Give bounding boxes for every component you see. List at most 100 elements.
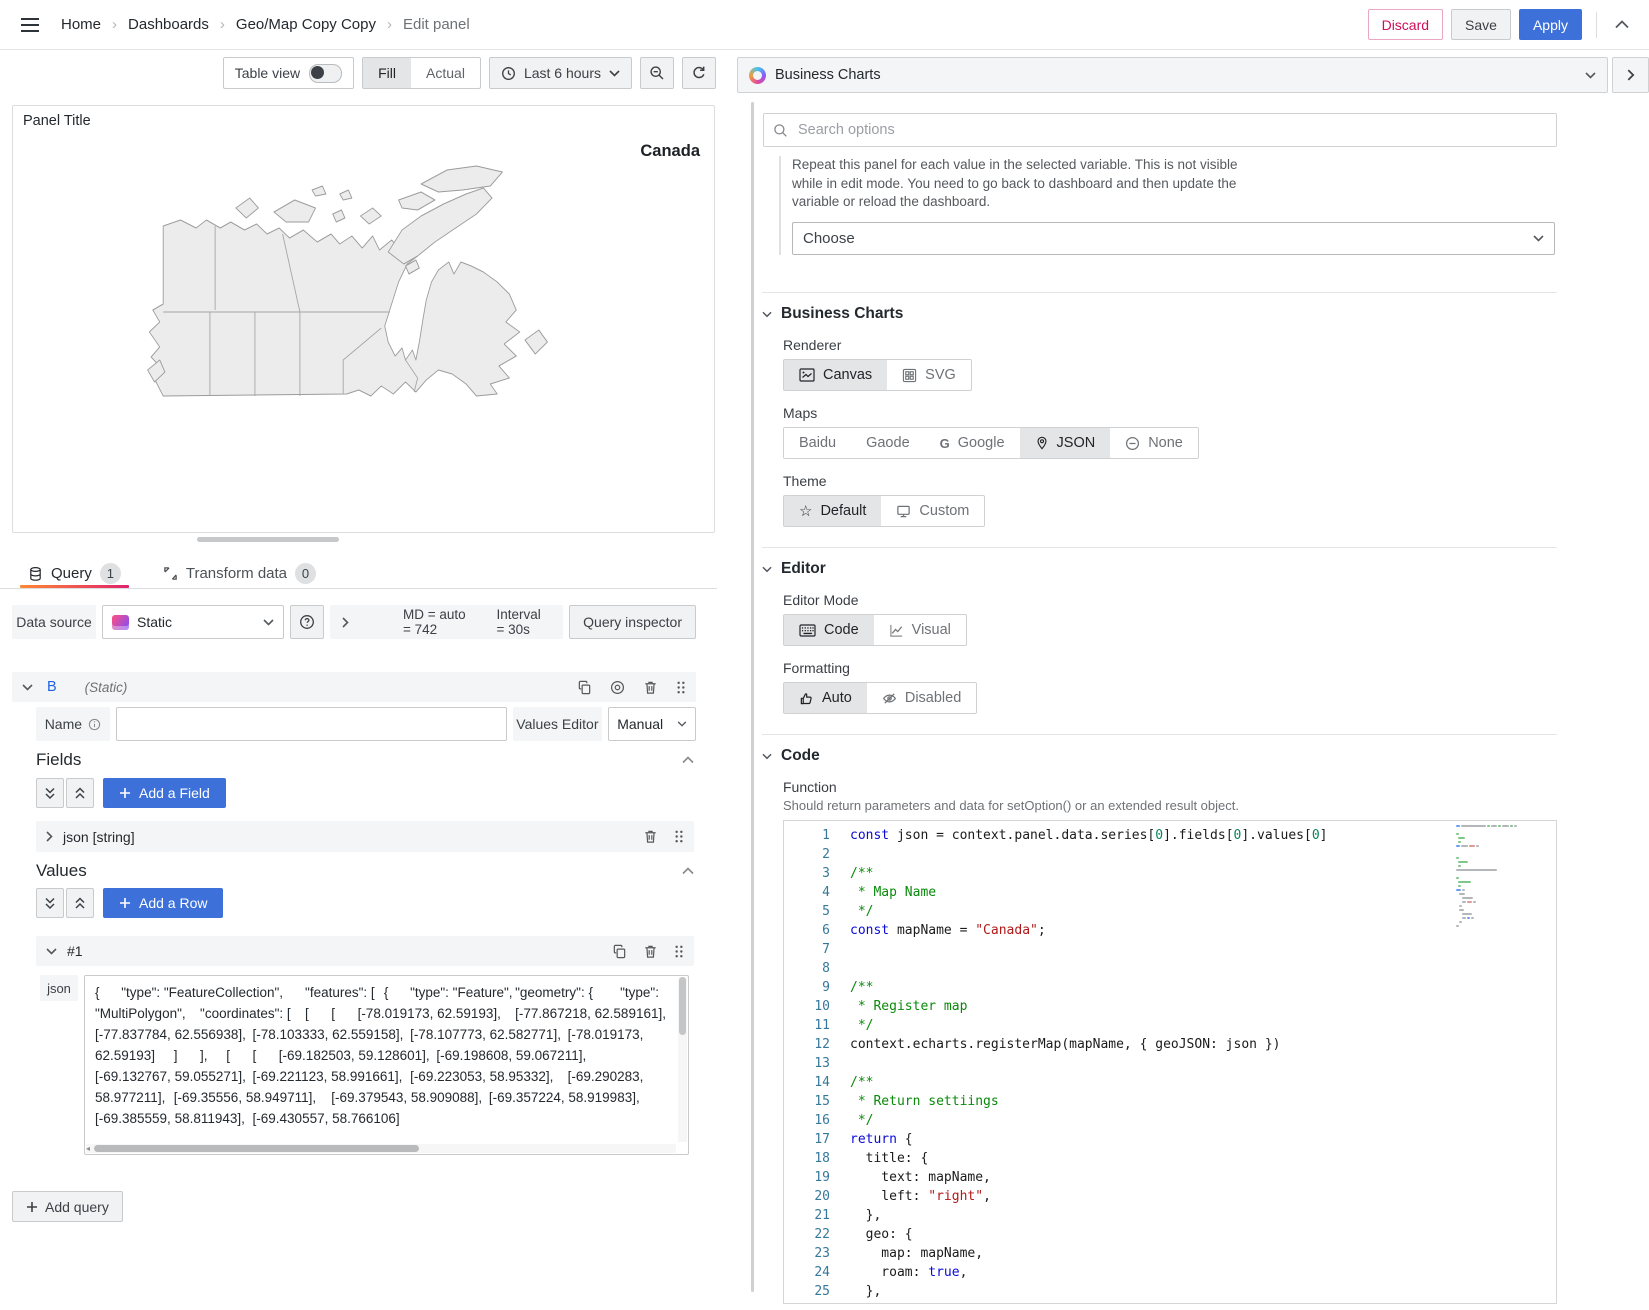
json-vertical-scrollbar[interactable]	[678, 977, 687, 1142]
code-minimap[interactable]	[1456, 825, 1544, 929]
code-line[interactable]: 4 * Map Name	[784, 883, 1556, 902]
code-line[interactable]: 22 geo: {	[784, 1225, 1556, 1244]
datasource-picker[interactable]: Static	[102, 605, 284, 639]
json-value-text[interactable]: { "type": "FeatureCollection", "features…	[85, 976, 676, 1142]
discard-button[interactable]: Discard	[1368, 9, 1443, 40]
add-query-button[interactable]: Add query	[12, 1191, 123, 1222]
fill-option[interactable]: Fill	[363, 58, 411, 88]
editor-mode-option-code[interactable]: Code	[784, 615, 874, 645]
collapse-topbar-icon[interactable]	[1611, 16, 1633, 33]
drag-handle-icon[interactable]	[674, 944, 684, 959]
options-search-input[interactable]	[796, 121, 1547, 139]
menu-icon[interactable]	[16, 13, 44, 37]
code-line[interactable]: 5 */	[784, 902, 1556, 921]
code-line[interactable]: 10 * Register map	[784, 997, 1556, 1016]
refresh-button[interactable]	[682, 57, 716, 89]
code-line[interactable]: 1const json = context.panel.data.series[…	[784, 826, 1556, 845]
breadcrumb-dashboards[interactable]: Dashboards	[128, 16, 209, 33]
expand-all-fields-button[interactable]	[66, 778, 94, 808]
chevron-right-icon[interactable]	[342, 617, 349, 628]
code-line[interactable]: 15 * Return settiings	[784, 1092, 1556, 1111]
code-line[interactable]: 19 text: mapName,	[784, 1168, 1556, 1187]
apply-button[interactable]: Apply	[1519, 9, 1582, 40]
code-line[interactable]: 20 left: "right",	[784, 1187, 1556, 1206]
delete-query-icon[interactable]	[643, 680, 658, 695]
zoom-out-button[interactable]	[640, 57, 674, 89]
tab-transform-data[interactable]: Transform data 0	[155, 555, 324, 588]
code-line[interactable]: 17return {	[784, 1130, 1556, 1149]
code-line[interactable]: 8	[784, 959, 1556, 978]
expand-all-rows-button[interactable]	[66, 888, 94, 918]
code-line[interactable]: 18 title: {	[784, 1149, 1556, 1168]
query-name-input[interactable]	[116, 707, 507, 741]
copy-query-icon[interactable]	[577, 680, 592, 695]
section-editor[interactable]: Editor	[762, 560, 1557, 578]
renderer-option-svg[interactable]: SVG	[887, 360, 971, 390]
formatting-option-auto[interactable]: Auto	[784, 683, 867, 713]
section-business-charts[interactable]: Business Charts	[762, 305, 1557, 323]
copy-row-icon[interactable]	[612, 944, 627, 959]
repeat-variable-select[interactable]: Choose	[792, 222, 1555, 255]
chevron-down-icon[interactable]	[46, 948, 57, 955]
json-horizontal-scrollbar[interactable]: ◂	[86, 1144, 676, 1153]
pane-resize-handle[interactable]	[197, 537, 339, 542]
code-line[interactable]: 6const mapName = "Canada";	[784, 921, 1556, 940]
section-code[interactable]: Code	[762, 747, 1557, 765]
code-line[interactable]: 9/**	[784, 978, 1556, 997]
drag-handle-icon[interactable]	[674, 829, 684, 844]
scroll-left-arrow-icon[interactable]: ◂	[86, 1144, 94, 1153]
canada-map[interactable]	[113, 164, 563, 464]
maps-option-json[interactable]: JSON	[1020, 428, 1111, 458]
collapse-all-fields-button[interactable]	[36, 778, 64, 808]
breadcrumb-dashboard-name[interactable]: Geo/Map Copy Copy	[236, 16, 376, 33]
options-search[interactable]	[763, 113, 1557, 147]
tab-query[interactable]: Query 1	[20, 555, 129, 588]
maps-option-none[interactable]: None	[1110, 428, 1198, 458]
code-line[interactable]: 25 },	[784, 1282, 1556, 1301]
maps-option-gaode[interactable]: Gaode	[851, 428, 925, 458]
collapse-section-icon[interactable]	[682, 756, 694, 764]
theme-option-default[interactable]: ☆ Default	[784, 496, 881, 526]
visualization-picker[interactable]: Business Charts	[737, 57, 1608, 93]
code-editor[interactable]: 1const json = context.panel.data.series[…	[783, 820, 1557, 1304]
add-row-button[interactable]: Add a Row	[103, 888, 223, 918]
map-title: Canada	[640, 142, 700, 161]
drag-handle-icon[interactable]	[676, 680, 686, 695]
code-line[interactable]: 3/**	[784, 864, 1556, 883]
code-line[interactable]: 12context.echarts.registerMap(mapName, {…	[784, 1035, 1556, 1054]
chevron-down-icon[interactable]	[22, 684, 33, 691]
code-line[interactable]: 21 },	[784, 1206, 1556, 1225]
values-editor-select[interactable]: Manual	[608, 707, 696, 741]
code-line[interactable]: 26}	[784, 1301, 1556, 1304]
datasource-help-button[interactable]	[290, 605, 324, 639]
save-button[interactable]: Save	[1451, 9, 1511, 40]
collapse-options-pane-button[interactable]	[1612, 57, 1649, 93]
code-line[interactable]: 7	[784, 940, 1556, 959]
code-line[interactable]: 11 */	[784, 1016, 1556, 1035]
breadcrumb-home[interactable]: Home	[61, 16, 101, 33]
editor-mode-option-visual[interactable]: Visual	[874, 615, 966, 645]
query-inspector-button[interactable]: Query inspector	[569, 605, 696, 639]
collapse-section-icon[interactable]	[682, 867, 694, 875]
hide-response-icon[interactable]	[610, 680, 625, 695]
actual-option[interactable]: Actual	[411, 58, 480, 88]
chevron-right-icon[interactable]	[46, 831, 53, 842]
maps-option-google[interactable]: G Google	[925, 428, 1020, 458]
code-line[interactable]: 24 roam: true,	[784, 1263, 1556, 1282]
code-line[interactable]: 16 */	[784, 1111, 1556, 1130]
code-line[interactable]: 13	[784, 1054, 1556, 1073]
formatting-option-disabled[interactable]: Disabled	[867, 683, 976, 713]
collapse-all-rows-button[interactable]	[36, 888, 64, 918]
delete-field-icon[interactable]	[643, 829, 658, 844]
table-view-toggle[interactable]	[309, 64, 342, 83]
code-line[interactable]: 23 map: mapName,	[784, 1244, 1556, 1263]
add-field-button[interactable]: Add a Field	[103, 778, 226, 808]
time-range-picker[interactable]: Last 6 hours	[489, 57, 632, 89]
theme-option-custom[interactable]: Custom	[881, 496, 984, 526]
renderer-option-canvas[interactable]: Canvas	[784, 360, 887, 390]
code-line[interactable]: 2	[784, 845, 1556, 864]
delete-row-icon[interactable]	[643, 944, 658, 959]
maps-option-baidu[interactable]: Baidu	[784, 428, 851, 458]
code-line[interactable]: 14/**	[784, 1073, 1556, 1092]
json-value-editor[interactable]: { "type": "FeatureCollection", "features…	[84, 975, 689, 1155]
